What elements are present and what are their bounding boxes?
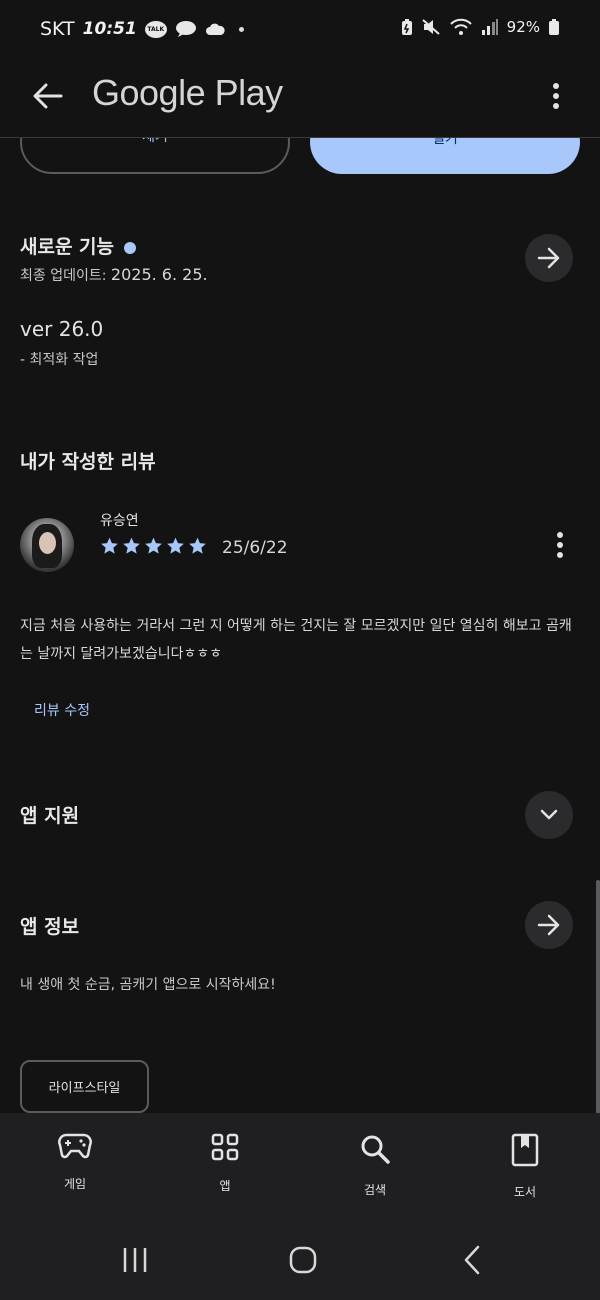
app-description: 내 생애 첫 순금, 곰캐기 앱으로 시작하세요! bbox=[20, 977, 276, 993]
app-info-arrow-button[interactable] bbox=[525, 901, 573, 949]
search-icon bbox=[361, 1135, 390, 1164]
chat-bubble-icon bbox=[175, 21, 196, 37]
app-title: Google Play bbox=[92, 72, 283, 113]
new-indicator-dot bbox=[124, 241, 137, 254]
avatar bbox=[20, 518, 74, 572]
nav-label-apps: 앱 bbox=[219, 1179, 231, 1193]
apps-grid-icon bbox=[211, 1133, 239, 1161]
gamepad-icon bbox=[58, 1133, 92, 1159]
kakaotalk-icon: TALK bbox=[144, 20, 167, 38]
app-info-title: 앱 정보 bbox=[20, 916, 80, 938]
edit-review-link[interactable]: 리뷰 수정 bbox=[34, 700, 90, 720]
nav-item-apps[interactable]: 앱 bbox=[175, 1133, 275, 1194]
scrollbar[interactable] bbox=[596, 880, 600, 1125]
my-review-title: 내가 작성한 리뷰 bbox=[20, 451, 156, 473]
home-icon bbox=[289, 1246, 317, 1274]
whats-new-arrow-button[interactable] bbox=[525, 234, 573, 282]
mute-icon bbox=[421, 19, 440, 35]
clock: 10:51 bbox=[82, 19, 137, 39]
status-bar: SKT 10:51 TALK 92% bbox=[0, 0, 600, 60]
arrow-right-icon bbox=[537, 247, 560, 269]
nav-item-search[interactable]: 검색 bbox=[325, 1133, 425, 1198]
app-support-expand-button[interactable] bbox=[525, 791, 573, 839]
star-icon bbox=[189, 537, 206, 554]
last-updated-date: 2025. 6. 25. bbox=[110, 265, 208, 284]
system-back-button[interactable] bbox=[452, 1242, 492, 1278]
book-icon bbox=[511, 1133, 539, 1167]
more-vert-icon bbox=[553, 83, 559, 109]
star-icon bbox=[123, 537, 140, 554]
star-icon bbox=[101, 537, 118, 554]
wifi-icon bbox=[449, 18, 472, 35]
chevron-down-icon bbox=[540, 809, 558, 820]
star-icon bbox=[167, 537, 184, 554]
nav-item-books[interactable]: 도서 bbox=[475, 1133, 575, 1200]
last-updated: 최종 업데이트: 2025. 6. 25. bbox=[20, 265, 208, 285]
nav-label-games: 게임 bbox=[63, 1177, 87, 1191]
battery-icon bbox=[549, 19, 559, 35]
whats-new-title-text: 새로운 기능 bbox=[20, 236, 115, 258]
top-app-bar: Google Play bbox=[0, 60, 600, 138]
reviewer-name: 유승연 bbox=[100, 513, 139, 529]
nav-label-search: 검색 bbox=[363, 1183, 387, 1197]
review-date: 25/6/22 bbox=[222, 538, 288, 558]
battery-percent: 92% bbox=[506, 18, 540, 36]
recent-apps-icon bbox=[123, 1248, 147, 1272]
arrow-left-icon bbox=[33, 83, 63, 109]
signal-icon bbox=[481, 19, 498, 35]
notification-dot-icon bbox=[238, 26, 244, 32]
last-updated-label: 최종 업데이트: bbox=[20, 268, 107, 284]
category-chip[interactable]: 라이프스타일 bbox=[20, 1060, 149, 1113]
more-vert-icon bbox=[557, 532, 563, 558]
app-support-title: 앱 지원 bbox=[20, 805, 80, 827]
back-button[interactable] bbox=[26, 74, 70, 118]
chevron-left-icon bbox=[464, 1245, 480, 1275]
recent-apps-button[interactable] bbox=[115, 1242, 155, 1278]
battery-saver-icon bbox=[401, 19, 412, 35]
star-rating bbox=[99, 536, 208, 556]
bottom-navigation: 게임 앱 검색 도서 bbox=[0, 1113, 600, 1220]
carrier-label: SKT bbox=[40, 18, 75, 40]
review-text: 지금 처음 사용하는 거라서 그런 지 어떻게 하는 건지는 잘 모르겠지만 일… bbox=[20, 618, 572, 662]
overflow-menu-button[interactable] bbox=[540, 74, 572, 118]
whats-new-title: 새로운 기능 bbox=[20, 232, 137, 259]
star-icon bbox=[145, 537, 162, 554]
system-navigation-bar bbox=[0, 1220, 600, 1300]
review-menu-button[interactable] bbox=[550, 528, 570, 562]
nav-label-books: 도서 bbox=[513, 1185, 537, 1199]
status-bar-right: 92% bbox=[401, 18, 560, 36]
status-bar-left: SKT 10:51 TALK bbox=[40, 18, 244, 40]
release-notes: - 최적화 작업 bbox=[20, 352, 99, 368]
home-button[interactable] bbox=[283, 1242, 323, 1278]
cloud-icon bbox=[205, 23, 225, 35]
nav-item-games[interactable]: 게임 bbox=[25, 1133, 125, 1192]
version-text: ver 26.0 bbox=[20, 317, 104, 341]
arrow-right-icon bbox=[537, 914, 560, 936]
